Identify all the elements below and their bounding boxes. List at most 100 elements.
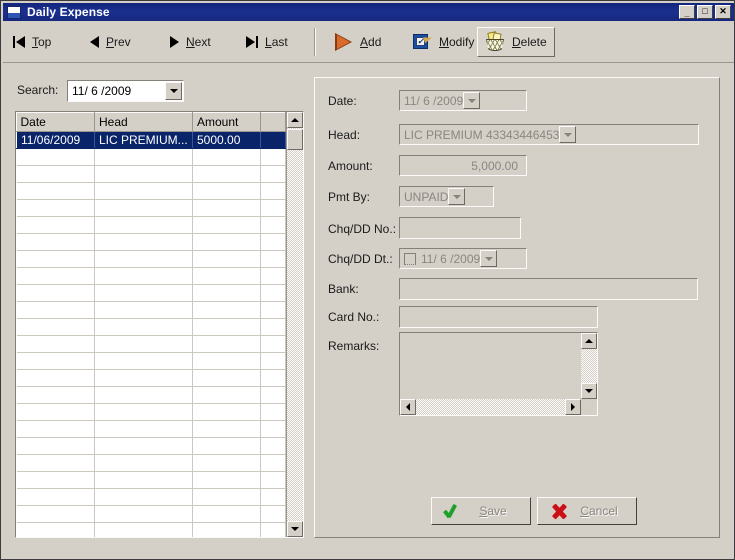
table-row-empty[interactable]	[16, 437, 286, 455]
table-row-empty[interactable]	[16, 148, 286, 166]
nav-next-button[interactable]: Next	[170, 30, 211, 54]
table-row-empty[interactable]	[16, 284, 286, 302]
table-header-row: Date Head Amount	[16, 112, 286, 132]
table-row-empty[interactable]	[16, 522, 286, 537]
cell-date: 11/06/2009	[16, 131, 95, 149]
table-row-empty[interactable]	[16, 182, 286, 200]
next-record-icon	[170, 36, 179, 48]
remarks-scroll-right-icon[interactable]	[565, 399, 581, 415]
column-header-blank[interactable]	[260, 112, 286, 132]
cell-empty	[260, 335, 286, 353]
save-button[interactable]: Save	[431, 497, 531, 525]
cell-empty	[16, 233, 95, 251]
head-chevron-down-icon[interactable]	[559, 126, 577, 143]
window-app-icon	[7, 5, 21, 19]
nav-prev-button[interactable]: Prev	[90, 30, 131, 54]
modify-button[interactable]: ✓ Modify	[406, 27, 481, 57]
table-row-empty[interactable]	[16, 352, 286, 370]
cell-empty	[192, 369, 261, 387]
remarks-scroll-up-icon[interactable]	[581, 333, 597, 349]
nav-last-button[interactable]: Last	[246, 30, 288, 54]
pmt-by-field[interactable]: UNPAID	[399, 186, 494, 207]
cancel-button[interactable]: Cancel	[537, 497, 637, 525]
table-row-empty[interactable]	[16, 386, 286, 404]
remarks-field[interactable]	[399, 332, 598, 416]
scroll-down-icon[interactable]	[287, 521, 303, 537]
cell-empty	[260, 488, 286, 506]
date-field[interactable]: 11/ 6 /2009	[399, 90, 527, 111]
table-row-empty[interactable]	[16, 505, 286, 523]
cell-empty	[16, 437, 95, 455]
chevron-down-icon[interactable]	[165, 82, 182, 100]
table-row-empty[interactable]	[16, 267, 286, 285]
cell-empty	[16, 301, 95, 319]
nav-top-button[interactable]: Top	[13, 30, 51, 54]
head-field[interactable]: LIC PREMIUM 43343446453	[399, 124, 699, 145]
chq-dd-dt-field[interactable]: 11/ 6 /2009	[399, 248, 527, 269]
table-row-empty[interactable]	[16, 454, 286, 472]
table-row-empty[interactable]	[16, 335, 286, 353]
nav-next-label: Next	[186, 35, 211, 49]
add-arrow-icon	[334, 33, 354, 51]
delete-label: Delete	[512, 35, 547, 49]
maximize-button[interactable]: □	[697, 5, 713, 19]
pmt-by-chevron-down-icon[interactable]	[448, 188, 466, 205]
table-row-empty[interactable]	[16, 488, 286, 506]
delete-button[interactable]: Delete	[477, 27, 555, 57]
minimize-button[interactable]: _	[679, 5, 695, 19]
title-bar: Daily Expense _ □ ✕	[3, 3, 734, 21]
grid-vertical-scrollbar[interactable]	[286, 112, 303, 537]
chq-dd-dt-label: Chq/DD Dt.:	[328, 252, 393, 266]
close-button[interactable]: ✕	[715, 5, 731, 19]
amount-field[interactable]: 5,000.00	[399, 155, 527, 176]
table-row-empty[interactable]	[16, 301, 286, 319]
cell-empty	[260, 233, 286, 251]
cell-empty	[16, 352, 95, 370]
scroll-up-icon[interactable]	[287, 112, 303, 128]
cell-empty	[260, 437, 286, 455]
cell-empty	[192, 420, 261, 438]
date-chevron-down-icon[interactable]	[463, 92, 481, 109]
table-row-empty[interactable]	[16, 216, 286, 234]
cell-empty	[94, 301, 193, 319]
chq-dd-no-field[interactable]	[399, 217, 521, 239]
card-no-field[interactable]	[399, 306, 598, 328]
cell-empty	[192, 352, 261, 370]
table-row-empty[interactable]	[16, 199, 286, 217]
scroll-thumb[interactable]	[287, 129, 303, 150]
column-header-amount[interactable]: Amount	[192, 112, 261, 132]
remarks-scroll-down-icon[interactable]	[581, 383, 597, 399]
cell-empty	[16, 148, 95, 166]
remarks-scroll-left-icon[interactable]	[400, 399, 416, 415]
cell-empty	[192, 165, 261, 183]
bank-field[interactable]	[399, 278, 698, 300]
table-row[interactable]: 11/06/2009 LIC PREMIUM... 5000.00	[16, 131, 286, 149]
cell-empty	[16, 522, 95, 537]
column-header-head[interactable]: Head	[94, 112, 193, 132]
table-row-empty[interactable]	[16, 471, 286, 489]
search-input[interactable]: 11/ 6 /2009	[67, 80, 184, 102]
table-row-empty[interactable]	[16, 165, 286, 183]
table-row-empty[interactable]	[16, 250, 286, 268]
cell-empty	[16, 182, 95, 200]
expense-grid[interactable]: Date Head Amount 11/06/2009 LIC PREMIUM..…	[15, 111, 304, 538]
cell-empty	[260, 182, 286, 200]
remarks-horizontal-scrollbar[interactable]	[400, 399, 581, 415]
table-row-empty[interactable]	[16, 369, 286, 387]
table-row-empty[interactable]	[16, 318, 286, 336]
modify-label: Modify	[439, 35, 475, 49]
chq-dd-dt-chevron-down-icon[interactable]	[480, 250, 498, 267]
add-button[interactable]: Add	[327, 27, 388, 57]
column-header-date[interactable]: Date	[16, 112, 95, 132]
remarks-vertical-scrollbar[interactable]	[581, 333, 597, 399]
cell-empty	[94, 148, 193, 166]
chq-dd-dt-checkbox[interactable]	[404, 252, 416, 265]
cell-empty	[192, 284, 261, 302]
head-label: Head:	[328, 128, 361, 142]
table-row-empty[interactable]	[16, 233, 286, 251]
cell-empty	[260, 199, 286, 217]
table-row-empty[interactable]	[16, 403, 286, 421]
cell-empty	[16, 369, 95, 387]
table-row-empty[interactable]	[16, 420, 286, 438]
cell-empty	[16, 199, 95, 217]
